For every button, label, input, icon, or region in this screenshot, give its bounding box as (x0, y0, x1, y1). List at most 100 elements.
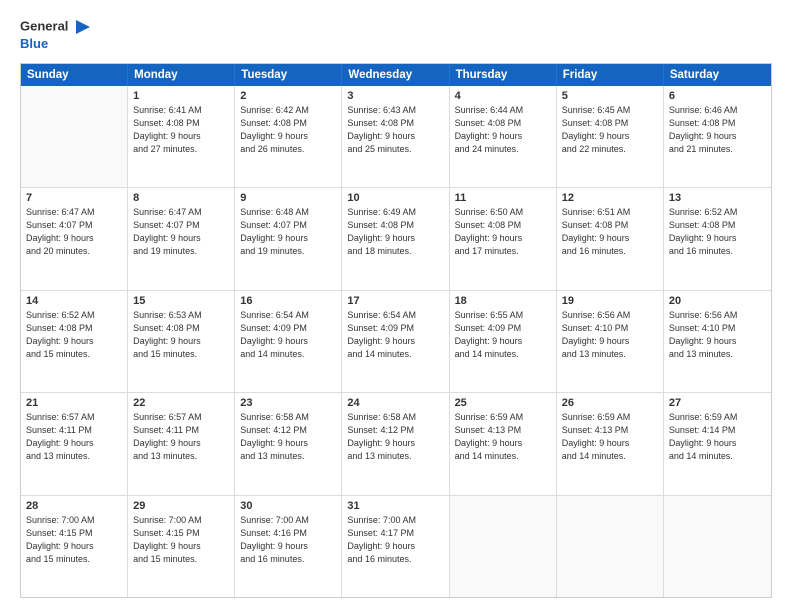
calendar-cell (21, 86, 128, 187)
day-of-week-header: Sunday (21, 64, 128, 86)
day-info: Sunrise: 6:50 AMSunset: 4:08 PMDaylight:… (455, 206, 551, 258)
day-info: Sunrise: 6:59 AMSunset: 4:13 PMDaylight:… (455, 411, 551, 463)
day-info: Sunrise: 6:44 AMSunset: 4:08 PMDaylight:… (455, 104, 551, 156)
day-info: Sunrise: 6:49 AMSunset: 4:08 PMDaylight:… (347, 206, 443, 258)
calendar-cell: 18 Sunrise: 6:55 AMSunset: 4:09 PMDayligh… (450, 291, 557, 392)
day-number: 4 (455, 90, 551, 102)
day-of-week-header: Tuesday (235, 64, 342, 86)
calendar-week-row: 28 Sunrise: 7:00 AMSunset: 4:15 PMDayligh… (21, 496, 771, 597)
calendar-cell: 11 Sunrise: 6:50 AMSunset: 4:08 PMDayligh… (450, 188, 557, 289)
day-info: Sunrise: 6:55 AMSunset: 4:09 PMDaylight:… (455, 309, 551, 361)
day-number: 25 (455, 397, 551, 409)
logo-text: General Blue (20, 18, 92, 53)
day-number: 14 (26, 295, 122, 307)
calendar-cell: 5Sunrise: 6:45 AMSunset: 4:08 PMDaylight… (557, 86, 664, 187)
calendar-cell: 8 Sunrise: 6:47 AMSunset: 4:07 PMDaylight… (128, 188, 235, 289)
day-number: 15 (133, 295, 229, 307)
calendar-cell: 23 Sunrise: 6:58 AMSunset: 4:12 PMDayligh… (235, 393, 342, 494)
calendar-cell: 4 Sunrise: 6:44 AMSunset: 4:08 PMDaylight… (450, 86, 557, 187)
day-info: Sunrise: 6:56 AMSunset: 4:10 PMDaylight:… (562, 309, 658, 361)
day-info: Sunrise: 6:52 AMSunset: 4:08 PMDaylight:… (26, 309, 122, 361)
day-number: 22 (133, 397, 229, 409)
calendar-cell: 17 Sunrise: 6:54 AMSunset: 4:09 PMDayligh… (342, 291, 449, 392)
day-number: 30 (240, 500, 336, 512)
day-number: 21 (26, 397, 122, 409)
calendar-cell: 24 Sunrise: 6:58 AMSunset: 4:12 PMDayligh… (342, 393, 449, 494)
day-number: 10 (347, 192, 443, 204)
day-number: 5 (562, 90, 658, 102)
calendar-cell: 30 Sunrise: 7:00 AMSunset: 4:16 PMDayligh… (235, 496, 342, 597)
calendar-week-row: 1 Sunrise: 6:41 AMSunset: 4:08 PMDaylight… (21, 86, 771, 188)
day-of-week-header: Monday (128, 64, 235, 86)
calendar-cell: 19 Sunrise: 6:56 AMSunset: 4:10 PMDayligh… (557, 291, 664, 392)
day-number: 13 (669, 192, 766, 204)
day-info: Sunrise: 6:46 AMSunset: 4:08 PMDaylight:… (669, 104, 766, 156)
day-info: Sunrise: 6:58 AMSunset: 4:12 PMDaylight:… (347, 411, 443, 463)
day-number: 28 (26, 500, 122, 512)
calendar-cell: 3 Sunrise: 6:43 AMSunset: 4:08 PMDaylight… (342, 86, 449, 187)
day-number: 19 (562, 295, 658, 307)
calendar-cell (664, 496, 771, 597)
day-info: Sunrise: 7:00 AMSunset: 4:15 PMDaylight:… (26, 514, 122, 566)
day-number: 18 (455, 295, 551, 307)
calendar-week-row: 21 Sunrise: 6:57 AMSunset: 4:11 PMDayligh… (21, 393, 771, 495)
calendar-cell: 28 Sunrise: 7:00 AMSunset: 4:15 PMDayligh… (21, 496, 128, 597)
day-number: 31 (347, 500, 443, 512)
calendar-week-row: 7 Sunrise: 6:47 AMSunset: 4:07 PMDaylight… (21, 188, 771, 290)
day-info: Sunrise: 6:59 AMSunset: 4:14 PMDaylight:… (669, 411, 766, 463)
day-number: 11 (455, 192, 551, 204)
day-info: Sunrise: 6:57 AMSunset: 4:11 PMDaylight:… (133, 411, 229, 463)
calendar-cell: 2Sunrise: 6:42 AMSunset: 4:08 PMDaylight… (235, 86, 342, 187)
day-number: 17 (347, 295, 443, 307)
calendar-cell: 13 Sunrise: 6:52 AMSunset: 4:08 PMDayligh… (664, 188, 771, 289)
day-number: 27 (669, 397, 766, 409)
day-info: Sunrise: 6:47 AMSunset: 4:07 PMDaylight:… (133, 206, 229, 258)
day-number: 20 (669, 295, 766, 307)
day-info: Sunrise: 6:41 AMSunset: 4:08 PMDaylight:… (133, 104, 229, 156)
day-of-week-header: Saturday (664, 64, 771, 86)
day-number: 2 (240, 90, 336, 102)
day-info: Sunrise: 6:53 AMSunset: 4:08 PMDaylight:… (133, 309, 229, 361)
calendar-body: 1 Sunrise: 6:41 AMSunset: 4:08 PMDaylight… (21, 86, 771, 597)
day-number: 8 (133, 192, 229, 204)
day-info: Sunrise: 6:54 AMSunset: 4:09 PMDaylight:… (240, 309, 336, 361)
calendar-cell: 21Sunrise: 6:57 AMSunset: 4:11 PMDayligh… (21, 393, 128, 494)
calendar-cell (450, 496, 557, 597)
day-number: 9 (240, 192, 336, 204)
calendar-cell: 27 Sunrise: 6:59 AMSunset: 4:14 PMDayligh… (664, 393, 771, 494)
day-info: Sunrise: 7:00 AMSunset: 4:15 PMDaylight:… (133, 514, 229, 566)
calendar-week-row: 14 Sunrise: 6:52 AMSunset: 4:08 PMDayligh… (21, 291, 771, 393)
calendar-cell: 10 Sunrise: 6:49 AMSunset: 4:08 PMDayligh… (342, 188, 449, 289)
day-info: Sunrise: 7:00 AMSunset: 4:16 PMDaylight:… (240, 514, 336, 566)
day-number: 7 (26, 192, 122, 204)
day-number: 24 (347, 397, 443, 409)
day-info: Sunrise: 6:52 AMSunset: 4:08 PMDaylight:… (669, 206, 766, 258)
day-number: 12 (562, 192, 658, 204)
day-info: Sunrise: 6:56 AMSunset: 4:10 PMDaylight:… (669, 309, 766, 361)
day-number: 1 (133, 90, 229, 102)
calendar-cell: 31 Sunrise: 7:00 AMSunset: 4:17 PMDayligh… (342, 496, 449, 597)
calendar-cell: 1 Sunrise: 6:41 AMSunset: 4:08 PMDaylight… (128, 86, 235, 187)
day-number: 3 (347, 90, 443, 102)
day-info: Sunrise: 6:48 AMSunset: 4:07 PMDaylight:… (240, 206, 336, 258)
day-of-week-header: Wednesday (342, 64, 449, 86)
day-info: Sunrise: 6:51 AMSunset: 4:08 PMDaylight:… (562, 206, 658, 258)
calendar: SundayMondayTuesdayWednesdayThursdayFrid… (20, 63, 772, 598)
day-number: 26 (562, 397, 658, 409)
day-info: Sunrise: 6:43 AMSunset: 4:08 PMDaylight:… (347, 104, 443, 156)
day-number: 29 (133, 500, 229, 512)
calendar-cell: 6 Sunrise: 6:46 AMSunset: 4:08 PMDaylight… (664, 86, 771, 187)
day-of-week-header: Friday (557, 64, 664, 86)
day-of-week-header: Thursday (450, 64, 557, 86)
day-number: 6 (669, 90, 766, 102)
day-info: Sunrise: 6:54 AMSunset: 4:09 PMDaylight:… (347, 309, 443, 361)
calendar-cell: 20 Sunrise: 6:56 AMSunset: 4:10 PMDayligh… (664, 291, 771, 392)
day-info: Sunrise: 7:00 AMSunset: 4:17 PMDaylight:… (347, 514, 443, 566)
calendar-cell: 22 Sunrise: 6:57 AMSunset: 4:11 PMDayligh… (128, 393, 235, 494)
day-number: 23 (240, 397, 336, 409)
day-info: Sunrise: 6:58 AMSunset: 4:12 PMDaylight:… (240, 411, 336, 463)
header: General Blue (20, 18, 772, 53)
calendar-cell (557, 496, 664, 597)
calendar-cell: 29 Sunrise: 7:00 AMSunset: 4:15 PMDayligh… (128, 496, 235, 597)
calendar-cell: 12 Sunrise: 6:51 AMSunset: 4:08 PMDayligh… (557, 188, 664, 289)
